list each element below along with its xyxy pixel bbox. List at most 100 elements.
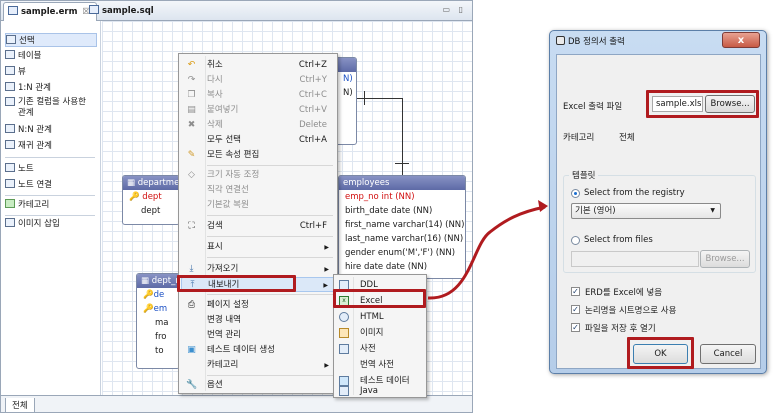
menu-item-delete[interactable]: ✖ 삭제 Delete <box>181 118 335 133</box>
import-icon: ⤓ <box>189 264 194 274</box>
app-icon <box>556 36 565 45</box>
palette-item-self-relation[interactable]: 재귀 관계 <box>5 139 97 153</box>
menu-item-label: 페이지 설정 <box>207 300 249 310</box>
er-table-dept-manager[interactable]: ▦ dept_m 🔑de 🔑em ma fro to <box>136 273 180 369</box>
submenu-arrow-icon: ▶ <box>323 282 328 289</box>
test-data-icon: ▣ <box>187 345 196 355</box>
submenu-item-image[interactable]: 이미지 <box>336 325 424 341</box>
menu-item-display[interactable]: 표시 ▶ <box>181 240 335 255</box>
close-button[interactable]: x <box>722 32 760 48</box>
er-table-column: birth_date date (NN) <box>345 206 433 216</box>
palette-item-label: 기존 컬럼을 사용한 관계 <box>18 97 86 118</box>
palette-divider <box>5 157 95 158</box>
palette-item-one-to-many[interactable]: 1:N 관계 <box>5 81 97 95</box>
menu-item-label: 취소 <box>207 60 223 70</box>
menu-item-category[interactable]: 카테고리 ▶ <box>181 358 335 373</box>
palette-divider <box>5 195 95 196</box>
submenu-item-label: HTML <box>360 312 384 322</box>
menu-item-shortcut: Ctrl+C <box>298 90 327 100</box>
menu-item-copy[interactable]: ❐ 복사 Ctrl+C <box>181 88 335 103</box>
menu-item-label: 옵션 <box>207 380 223 390</box>
radio-select-from-registry[interactable] <box>571 189 580 198</box>
key-icon: 🔑 <box>143 304 154 314</box>
palette-item-note[interactable]: 노트 <box>5 162 97 176</box>
image-icon <box>5 218 15 227</box>
palette-item-many-to-many[interactable]: N:N 관계 <box>5 123 97 137</box>
template-file-input[interactable] <box>571 251 699 267</box>
menu-item-restore-default[interactable]: 기본값 복원 <box>181 198 335 213</box>
pencil-icon: ✎ <box>187 150 196 160</box>
checkbox-open-after-save[interactable]: ✓ <box>571 323 580 332</box>
category-value: 전체 <box>619 133 635 143</box>
tab-all-categories[interactable]: 전체 <box>5 398 35 412</box>
menu-item-label: 테스트 데이터 생성 <box>207 345 275 355</box>
menu-item-page-setup[interactable]: ⎙ 페이지 설정 <box>181 298 335 313</box>
relation-line <box>364 91 365 105</box>
window-controls[interactable]: ▭ ▯ <box>442 5 466 14</box>
menu-item-label: 삭제 <box>207 120 223 130</box>
palette-item-view[interactable]: 뷰 <box>5 65 97 79</box>
menu-item-edit-all-properties[interactable]: ✎ 모든 속성 편집 <box>181 148 335 163</box>
palette-item-note-connect[interactable]: 노트 연결 <box>5 178 97 192</box>
cursor-icon <box>6 35 16 44</box>
palette-item-label: 노트 <box>18 164 34 174</box>
relation-icon <box>5 97 15 106</box>
tab-sample-sql[interactable]: sample.sql <box>85 2 160 21</box>
cancel-button[interactable]: Cancel <box>700 344 756 364</box>
palette-item-insert-image[interactable]: 이미지 삽입 <box>5 217 97 231</box>
menu-item-translation-manage[interactable]: 번역 관리 <box>181 328 335 343</box>
key-icon: 🔑 <box>143 290 154 300</box>
palette-item-existing-column-relation[interactable]: 기존 컬럼을 사용한 관계 <box>5 97 97 121</box>
er-table-column: hire date date (NN) <box>345 262 428 272</box>
menu-item-right-angle-line[interactable]: 직각 연결선 <box>181 183 335 198</box>
er-table-column: emp_no int (NN) <box>345 192 415 202</box>
menu-divider <box>207 257 333 258</box>
menu-item-paste[interactable]: ▤ 붙여넣기 Ctrl+V <box>181 103 335 118</box>
resize-icon: ◇ <box>188 170 195 180</box>
tab-sample-erm[interactable]: sample.erm ☒ <box>3 2 98 21</box>
er-table-title: dept_m <box>151 276 179 286</box>
submenu-item-html[interactable]: HTML <box>336 309 424 325</box>
submenu-item-java[interactable]: Java <box>336 385 424 397</box>
menu-item-label: 변경 내역 <box>207 315 241 325</box>
undo-icon: ↶ <box>187 60 196 70</box>
palette-item-label: N:N 관계 <box>18 125 52 135</box>
radio-select-from-files[interactable] <box>571 236 580 245</box>
palette-item-table[interactable]: 테이블 <box>5 49 97 63</box>
palette-item-label: 재귀 관계 <box>18 141 52 151</box>
submenu-item-dictionary[interactable]: 사전 <box>336 341 424 357</box>
browse-files-button-label: Browse... <box>705 254 745 264</box>
er-table-employees[interactable]: employees emp_no int (NN) birth_date dat… <box>338 175 466 279</box>
menu-item-undo[interactable]: ↶ 취소 Ctrl+Z <box>181 58 335 73</box>
menu-item-auto-resize[interactable]: ◇ 크기 자동 조정 <box>181 168 335 183</box>
submenu-item-label: 사전 <box>360 344 376 354</box>
palette-item-select[interactable]: 선택 <box>5 33 97 47</box>
menu-item-select-all[interactable]: 모두 선택 Ctrl+A <box>181 133 335 148</box>
palette-item-label: 노트 연결 <box>18 180 52 190</box>
palette: 선택 테이블 뷰 1:N 관계 기존 컬럼을 사용한 관계 N:N 관계 재귀 … <box>1 21 101 395</box>
er-table-departments[interactable]: ▦ departme 🔑 dept dept <box>122 175 180 225</box>
template-combo[interactable]: 기본 (영어) ▼ <box>571 203 721 219</box>
menu-divider <box>207 165 333 166</box>
binoculars-icon: ⛶ <box>188 221 195 231</box>
menu-item-label: 직각 연결선 <box>207 185 249 195</box>
checkbox-logical-sheet-name[interactable]: ✓ <box>571 305 580 314</box>
db-spec-export-dialog: DB 정의서 출력 x Excel 출력 파일 sample.xls Brows… <box>549 30 767 374</box>
template-combo-value: 기본 (영어) <box>575 206 616 216</box>
menu-item-redo[interactable]: ↷ 다시 Ctrl+Y <box>181 73 335 88</box>
radio-files-label: Select from files <box>584 235 653 245</box>
cancel-button-label: Cancel <box>713 349 743 359</box>
template-group-label: 템플릿 <box>569 169 599 181</box>
palette-item-category[interactable]: 카테고리 <box>5 198 97 212</box>
menu-item-label: 다시 <box>207 75 223 85</box>
menu-item-search[interactable]: ⛶ 검색 Ctrl+F <box>181 219 335 234</box>
checkbox-insert-erd[interactable]: ✓ <box>571 287 580 296</box>
highlight-ok-button <box>627 337 694 369</box>
submenu-item-translation-dictionary[interactable]: 번역 사전 <box>336 357 424 373</box>
menu-item-generate-test-data[interactable]: ▣ 테스트 데이터 생성 <box>181 343 335 358</box>
browse-files-button[interactable]: Browse... <box>700 250 750 268</box>
menu-item-change-history[interactable]: 변경 내역 <box>181 313 335 328</box>
menu-item-label: 모든 속성 편집 <box>207 150 260 160</box>
menu-item-options[interactable]: 🔧 옵션 <box>181 378 335 393</box>
checkbox-logical-sheet-name-label: 논리명을 시트명으로 사용 <box>585 306 677 316</box>
